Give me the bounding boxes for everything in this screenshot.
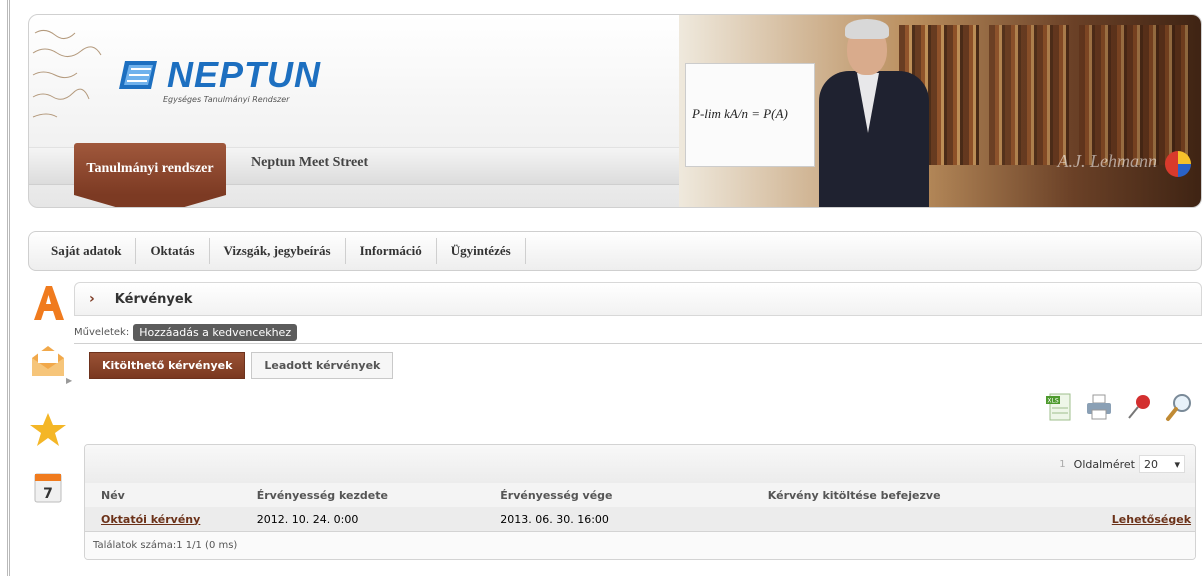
panel-title-bar: › Kérvények	[74, 282, 1202, 316]
page-size-value: 20	[1144, 457, 1158, 471]
request-tabs: Kitölthető kérvények Leadott kérvények	[89, 352, 399, 379]
svg-text:XLS: XLS	[1047, 398, 1058, 405]
grid-top-bar: 1 Oldalméret 20 ▾	[85, 445, 1195, 483]
menu-item-vizsgak[interactable]: Vizsgák, jegybeírás	[210, 238, 346, 264]
page-title: Kérvények	[114, 291, 193, 307]
grid-header-row: Név Érvényesség kezdete Érvényesség vége…	[85, 483, 1195, 507]
logo-mark-icon	[119, 61, 157, 89]
menu-item-sajat-adatok[interactable]: Saját adatok	[37, 238, 137, 264]
logo-text: NEPTUN	[167, 54, 322, 95]
svg-text:7: 7	[43, 486, 53, 502]
excel-export-icon[interactable]: XLS	[1044, 392, 1074, 422]
column-header-end[interactable]: Érvényesség vége	[500, 489, 768, 502]
cell-name: Oktatói kérvény	[85, 513, 257, 526]
grid-footer: Találatok száma:1 1/1 (0 ms)	[85, 531, 1195, 559]
expand-arrow-icon[interactable]: ▶	[66, 376, 72, 385]
column-header-name[interactable]: Név	[85, 489, 257, 502]
menu-item-informacio[interactable]: Információ	[346, 238, 437, 264]
add-to-favorites-button[interactable]: Hozzáadás a kedvencekhez	[133, 324, 298, 341]
active-tab-pointer	[74, 195, 226, 207]
chevron-right-icon: ›	[89, 291, 95, 307]
main-menu-bar: Saját adatok Oktatás Vizsgák, jegybeírás…	[28, 231, 1202, 271]
bookshelf	[1079, 25, 1189, 165]
page-size-control: 1 Oldalméret 20 ▾	[1059, 455, 1185, 473]
actions-label: Műveletek:	[74, 327, 130, 338]
tab-submitted-requests[interactable]: Leadott kérvények	[251, 352, 394, 379]
page-size-label: Oldalméret	[1073, 457, 1135, 471]
calendar-icon[interactable]: 7	[28, 470, 68, 508]
professor-hair	[845, 19, 889, 39]
print-icon[interactable]	[1084, 392, 1114, 422]
color-pie-icon[interactable]	[1165, 151, 1191, 177]
signature: A.J. Lehmann	[1057, 151, 1157, 171]
search-icon[interactable]	[1164, 392, 1194, 422]
page-size-select[interactable]: 20 ▾	[1139, 455, 1185, 473]
column-header-completed[interactable]: Kérvény kitöltése befejezve	[768, 489, 1028, 502]
request-name-link[interactable]: Oktatói kérvény	[101, 513, 200, 526]
whiteboard: P-lim kA/n = P(A)	[685, 63, 815, 167]
page-number[interactable]: 1	[1059, 459, 1065, 470]
font-icon[interactable]	[28, 284, 68, 322]
cell-end: 2013. 06. 30. 16:00	[500, 512, 609, 526]
star-icon[interactable]	[28, 411, 68, 449]
cell-start: 2012. 10. 24. 0:00	[256, 512, 359, 526]
header-banner-photo: P-lim kA/n = P(A) A.J. Lehmann	[679, 15, 1201, 207]
menu-item-oktatas[interactable]: Oktatás	[136, 238, 210, 264]
menu-item-ugyintezes[interactable]: Ügyintézés	[437, 238, 526, 264]
chevron-down-icon: ▾	[1174, 457, 1180, 471]
content-panel: › Kérvények Műveletek: Hozzáadás a kedve…	[74, 282, 1202, 576]
logo-subtitle: Egységes Tanulmányi Rendszer	[163, 95, 290, 104]
mail-icon[interactable]	[28, 342, 68, 380]
requests-grid: 1 Oldalméret 20 ▾ Név Érvényesség kezdet…	[84, 444, 1196, 560]
pin-icon[interactable]	[1124, 392, 1154, 422]
table-row[interactable]: Oktatói kérvény 2012. 10. 24. 0:00 2013.…	[85, 507, 1195, 531]
column-header-start[interactable]: Érvényesség kezdete	[257, 489, 501, 502]
header: NEPTUN Egységes Tanulmányi Rendszer Tanu…	[28, 14, 1202, 208]
board-formula: P-lim kA/n = P(A)	[692, 106, 788, 121]
neptun-logo[interactable]: NEPTUN Egységes Tanulmányi Rendszer	[117, 54, 322, 104]
bookshelf	[989, 25, 1069, 165]
actions-row: Műveletek: Hozzáadás a kedvencekhez	[74, 322, 1202, 344]
cell-actions: Lehetőségek	[1027, 513, 1195, 526]
left-border	[0, 0, 10, 576]
grid-toolbar: XLS	[1044, 392, 1194, 422]
handwriting-decoration	[32, 29, 102, 118]
tab-neptun-meet-street[interactable]: Neptun Meet Street	[251, 155, 368, 171]
tab-tanulmanyi-rendszer[interactable]: Tanulmányi rendszer	[74, 143, 226, 195]
options-link[interactable]: Lehetőségek	[1112, 513, 1191, 526]
tab-fillable-requests[interactable]: Kitölthető kérvények	[89, 352, 246, 379]
